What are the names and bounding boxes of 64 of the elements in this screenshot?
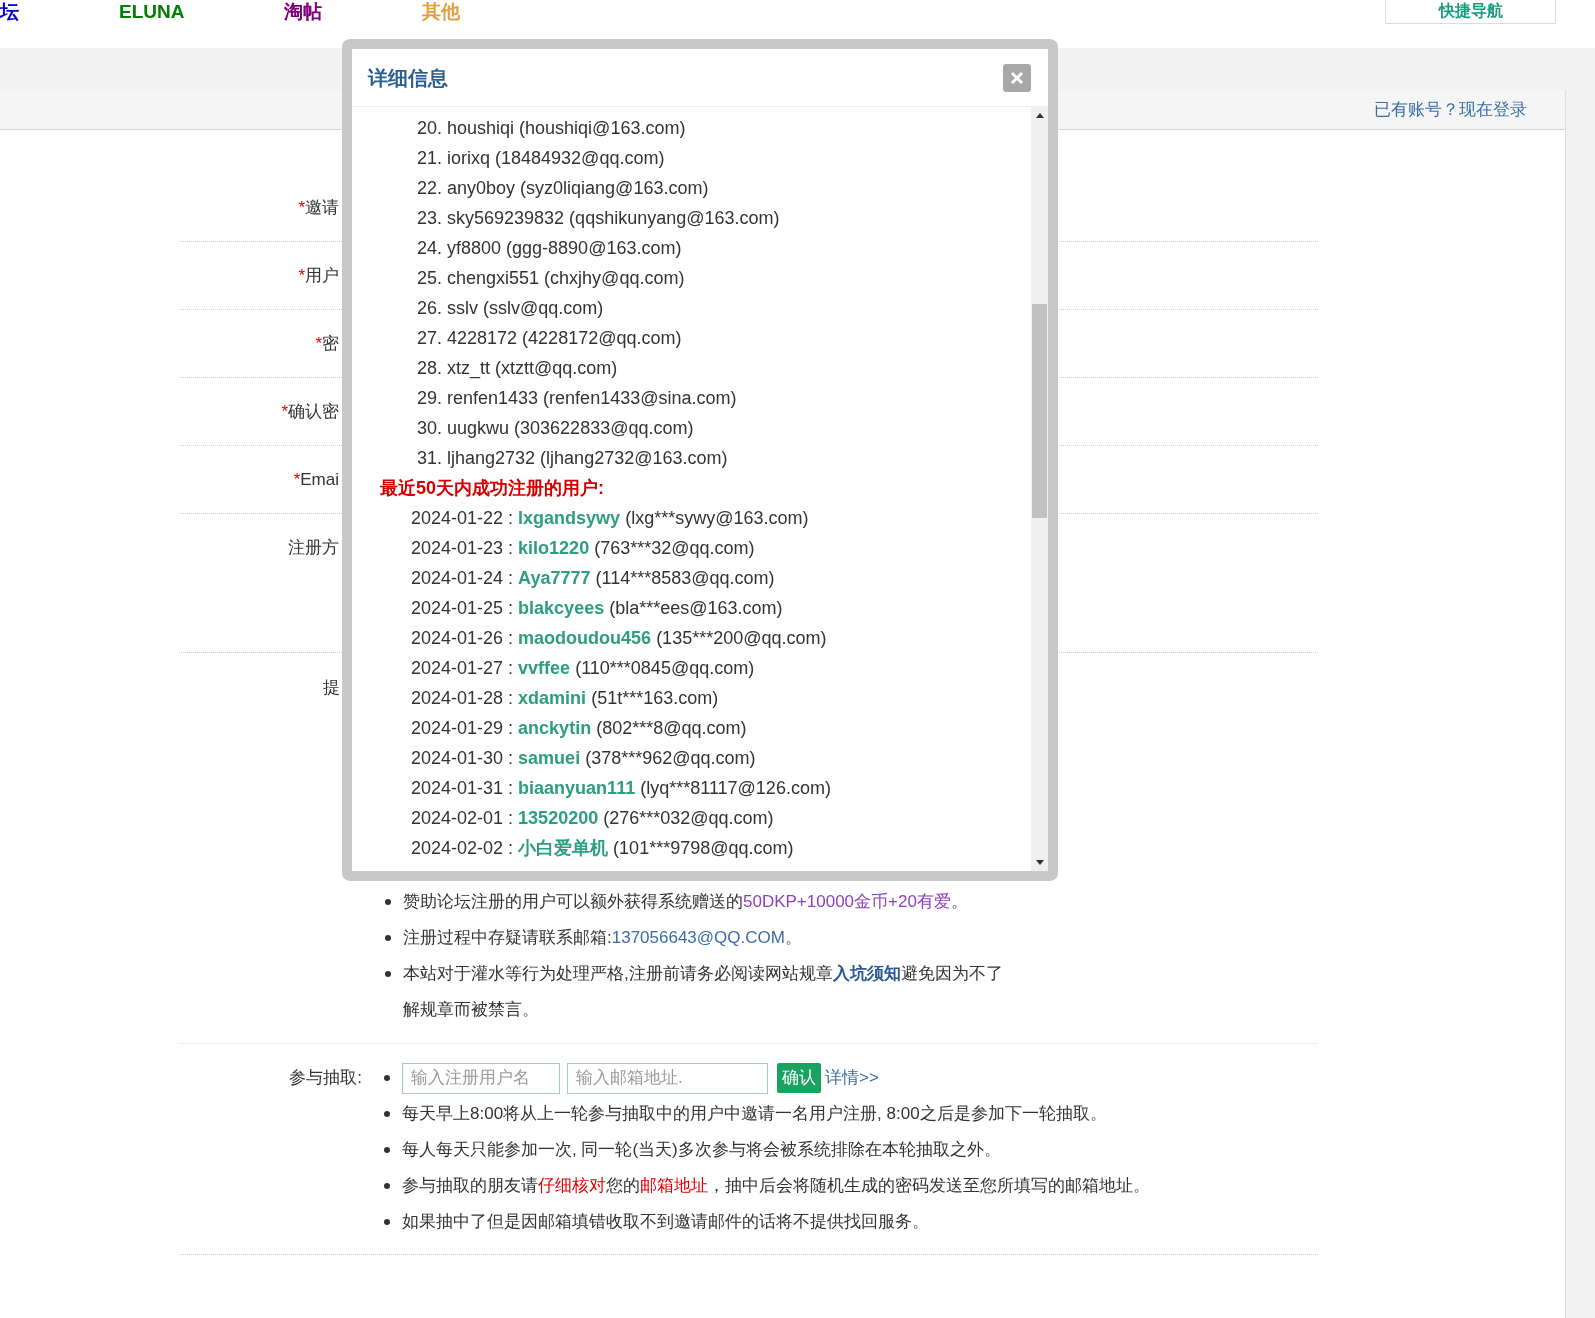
- invited-user-entry: 21. iorixq (18484932@qq.com): [416, 147, 665, 170]
- tip-text: 每天早上8:00将从上一轮参与抽取中的用户中邀请一名用户注册, 8:00之后是参加下一轮抽取。: [402, 1103, 1107, 1125]
- invited-user-entry: 22. any0boy (syz0liqiang@163.com): [416, 177, 709, 200]
- invited-user-entry: 23. sky569239832 (qqshikunyang@163.com): [416, 207, 780, 230]
- bullet-icon: [384, 1111, 390, 1117]
- registered-user-entry: 2024-01-29 : anckytin (802***8@qq.com): [411, 717, 747, 740]
- field-label: *邀请: [297, 196, 340, 219]
- recent-users-heading: 最近50天内成功注册的用户:: [380, 477, 604, 500]
- registered-user-entry: 2024-02-01 : 13520200 (276***032@qq.com): [411, 807, 774, 830]
- field-label: 参与抽取:: [288, 1067, 362, 1089]
- username-input[interactable]: 输入注册用户名: [402, 1062, 560, 1094]
- nav-link[interactable]: 坛: [0, 1, 19, 23]
- tip-text: 参与抽取的朋友请仔细核对您的邮箱地址，抽中后会将随机生成的密码发送至您所填写的邮箱地址。: [402, 1175, 1150, 1197]
- registered-user-entry: 2024-01-25 : blakcyees (bla***ees@163.com): [411, 597, 783, 620]
- registered-user-entry: 2024-01-22 : lxgandsywy (lxg***sywy@163.com): [411, 507, 809, 530]
- field-label: *确认密: [280, 400, 340, 423]
- bullet-icon: [385, 971, 391, 977]
- registered-user-entry: 2024-01-26 : maodoudou456 (135***200@qq.com): [411, 627, 827, 650]
- invited-user-entry: 29. renfen1433 (renfen1433@sina.com): [416, 387, 737, 410]
- registered-user-entry: 2024-02-02 : 小白爱单机 (101***9798@qq.com): [411, 837, 794, 860]
- tip-text: 赞助论坛注册的用户可以额外获得系统赠送的50DKP+10000金币+20有爱。: [403, 891, 969, 913]
- login-link[interactable]: 已有账号？现在登录: [1374, 96, 1527, 123]
- nav-link[interactable]: 淘帖: [284, 1, 323, 23]
- bullet-icon: [384, 1075, 390, 1081]
- field-label: 注册方: [287, 537, 340, 559]
- registered-user-entry: 2024-01-31 : biaanyuan111 (lyq***81117@126.com): [411, 777, 831, 800]
- invited-user-entry: 27. 4228172 (4228172@qq.com): [416, 327, 682, 350]
- registered-user-entry: 2024-01-28 : xdamini (51t***163.com): [411, 687, 719, 710]
- tip-text: 每人每天只能参加一次, 同一轮(当天)多次参与将会被系统排除在本轮抽取之外。: [402, 1139, 1001, 1161]
- invited-user-entry: 24. yf8800 (ggg-8890@163.com): [416, 237, 682, 260]
- tip-text: 本站对于灌水等行为处理严格,注册前请务必阅读网站规章入坑须知避免因为不了解规章而被禁言。: [403, 963, 1004, 1021]
- registered-user-entry: 2024-01-30 : samuei (378***962@qq.com): [411, 747, 756, 770]
- bullet-icon: [385, 899, 391, 905]
- invited-user-entry: 25. chengxi551 (chxjhy@qq.com): [416, 267, 685, 290]
- bullet-icon: [384, 1183, 390, 1189]
- registered-user-entry: 2024-01-23 : kilo1220 (763***32@qq.com): [411, 537, 755, 560]
- field-label: *用户: [297, 264, 340, 287]
- field-label: *密: [314, 332, 340, 355]
- email-input[interactable]: 输入邮箱地址.: [567, 1062, 768, 1094]
- scrollbar-thumb[interactable]: [1032, 304, 1047, 518]
- dialog-title: 详细信息: [368, 65, 448, 91]
- tip-text: 注册过程中存疑请联系邮箱:137056643@QQ.COM。: [403, 927, 803, 949]
- invited-user-entry: 26. sslv (sslv@qq.com): [416, 297, 604, 320]
- text-link[interactable]: 137056643@QQ.COM: [611, 928, 785, 947]
- details-link[interactable]: 详情>>: [825, 1065, 879, 1091]
- registered-user-entry: 2024-01-24 : Aya7777 (114***8583@qq.com): [411, 567, 775, 590]
- nav-link[interactable]: ELUNA: [119, 1, 185, 23]
- quick-nav-button[interactable]: 快捷导航: [1385, 0, 1556, 24]
- bullet-icon: [385, 935, 391, 941]
- text-link[interactable]: 入坑须知: [832, 964, 901, 983]
- registered-user-entry: 2024-01-27 : vvffee (110***0845@qq.com): [411, 657, 755, 680]
- scrollbar[interactable]: [1031, 107, 1048, 871]
- bullet-icon: [384, 1219, 390, 1225]
- tip-text: 如果抽中了但是因邮箱填错收取不到邀请邮件的话将不提供找回服务。: [402, 1211, 929, 1233]
- invited-user-entry: 28. xtz_tt (xtztt@qq.com): [416, 357, 618, 381]
- field-label: *Emai: [292, 468, 340, 491]
- close-icon: [1010, 70, 1024, 85]
- bullet-icon: [384, 1147, 390, 1153]
- field-label: 提: [322, 677, 340, 699]
- close-button[interactable]: [1003, 63, 1031, 92]
- invited-user-entry: 20. houshiqi (houshiqi@163.com): [416, 117, 686, 140]
- confirm-button[interactable]: 确认: [777, 1063, 821, 1093]
- invited-user-entry: 31. ljhang2732 (ljhang2732@163.com): [416, 447, 728, 470]
- invited-user-entry: 30. uugkwu (303622833@qq.com): [416, 417, 694, 440]
